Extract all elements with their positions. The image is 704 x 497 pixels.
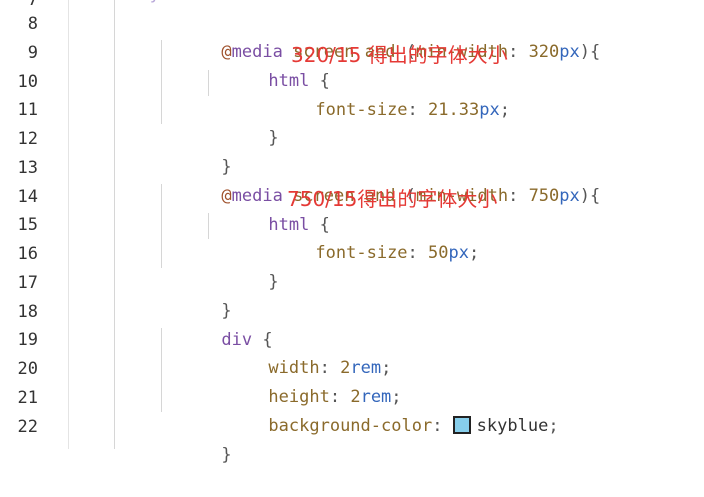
line-number: 20 xyxy=(17,359,38,379)
code-editor[interactable]: 7 8 9 10 11 12 13 14 15 16 17 18 19 20 2… xyxy=(0,0,704,465)
line-number: 19 xyxy=(17,330,38,350)
line-number: 12 xyxy=(17,129,38,149)
line-number: 13 xyxy=(17,158,38,178)
code-line-13: @media screen and (min-width: 750px){ xyxy=(69,154,704,206)
annotation-320: 320/15 得出的字体大小 xyxy=(291,43,508,67)
code-line-22: } xyxy=(69,413,704,465)
code-area[interactable]: <style> @media screen and (min-width: 32… xyxy=(69,0,704,465)
line-number-gutter: 7 8 9 10 11 12 13 14 15 16 17 18 19 20 2… xyxy=(0,0,69,449)
line-number: 14 xyxy=(17,187,38,207)
code-line-21: background-color: skyblue; xyxy=(69,384,704,436)
close-brace: } xyxy=(221,445,232,465)
code-line-20: height: 2rem; xyxy=(69,355,704,407)
code-line-15: font-size: 50px; xyxy=(69,211,704,263)
code-line-18: div { xyxy=(69,298,704,350)
line-number: 22 xyxy=(17,417,38,437)
code-line-8: @media screen and (min-width: 320px){ xyxy=(69,10,704,62)
code-line-19: width: 2rem; xyxy=(69,326,704,378)
annotation-750: 750/15得出的字体大小 xyxy=(287,187,498,211)
line-number: 18 xyxy=(17,302,38,322)
line-number: 11 xyxy=(17,100,38,120)
line-number: 15 xyxy=(17,215,38,235)
code-line-12: } xyxy=(69,125,704,177)
partial-style-tag: <style> xyxy=(119,0,191,8)
line-number: 8 xyxy=(27,14,38,34)
line-number: 17 xyxy=(17,273,38,293)
code-line-11: } xyxy=(69,96,704,148)
line-number: 16 xyxy=(17,244,38,264)
code-line-10: font-size: 21.33px; xyxy=(69,68,704,120)
line-number: 10 xyxy=(17,72,38,92)
line-number: 21 xyxy=(17,388,38,408)
code-line-16: } xyxy=(69,240,704,292)
line-number: 9 xyxy=(27,43,38,63)
code-line-17: } xyxy=(69,269,704,321)
